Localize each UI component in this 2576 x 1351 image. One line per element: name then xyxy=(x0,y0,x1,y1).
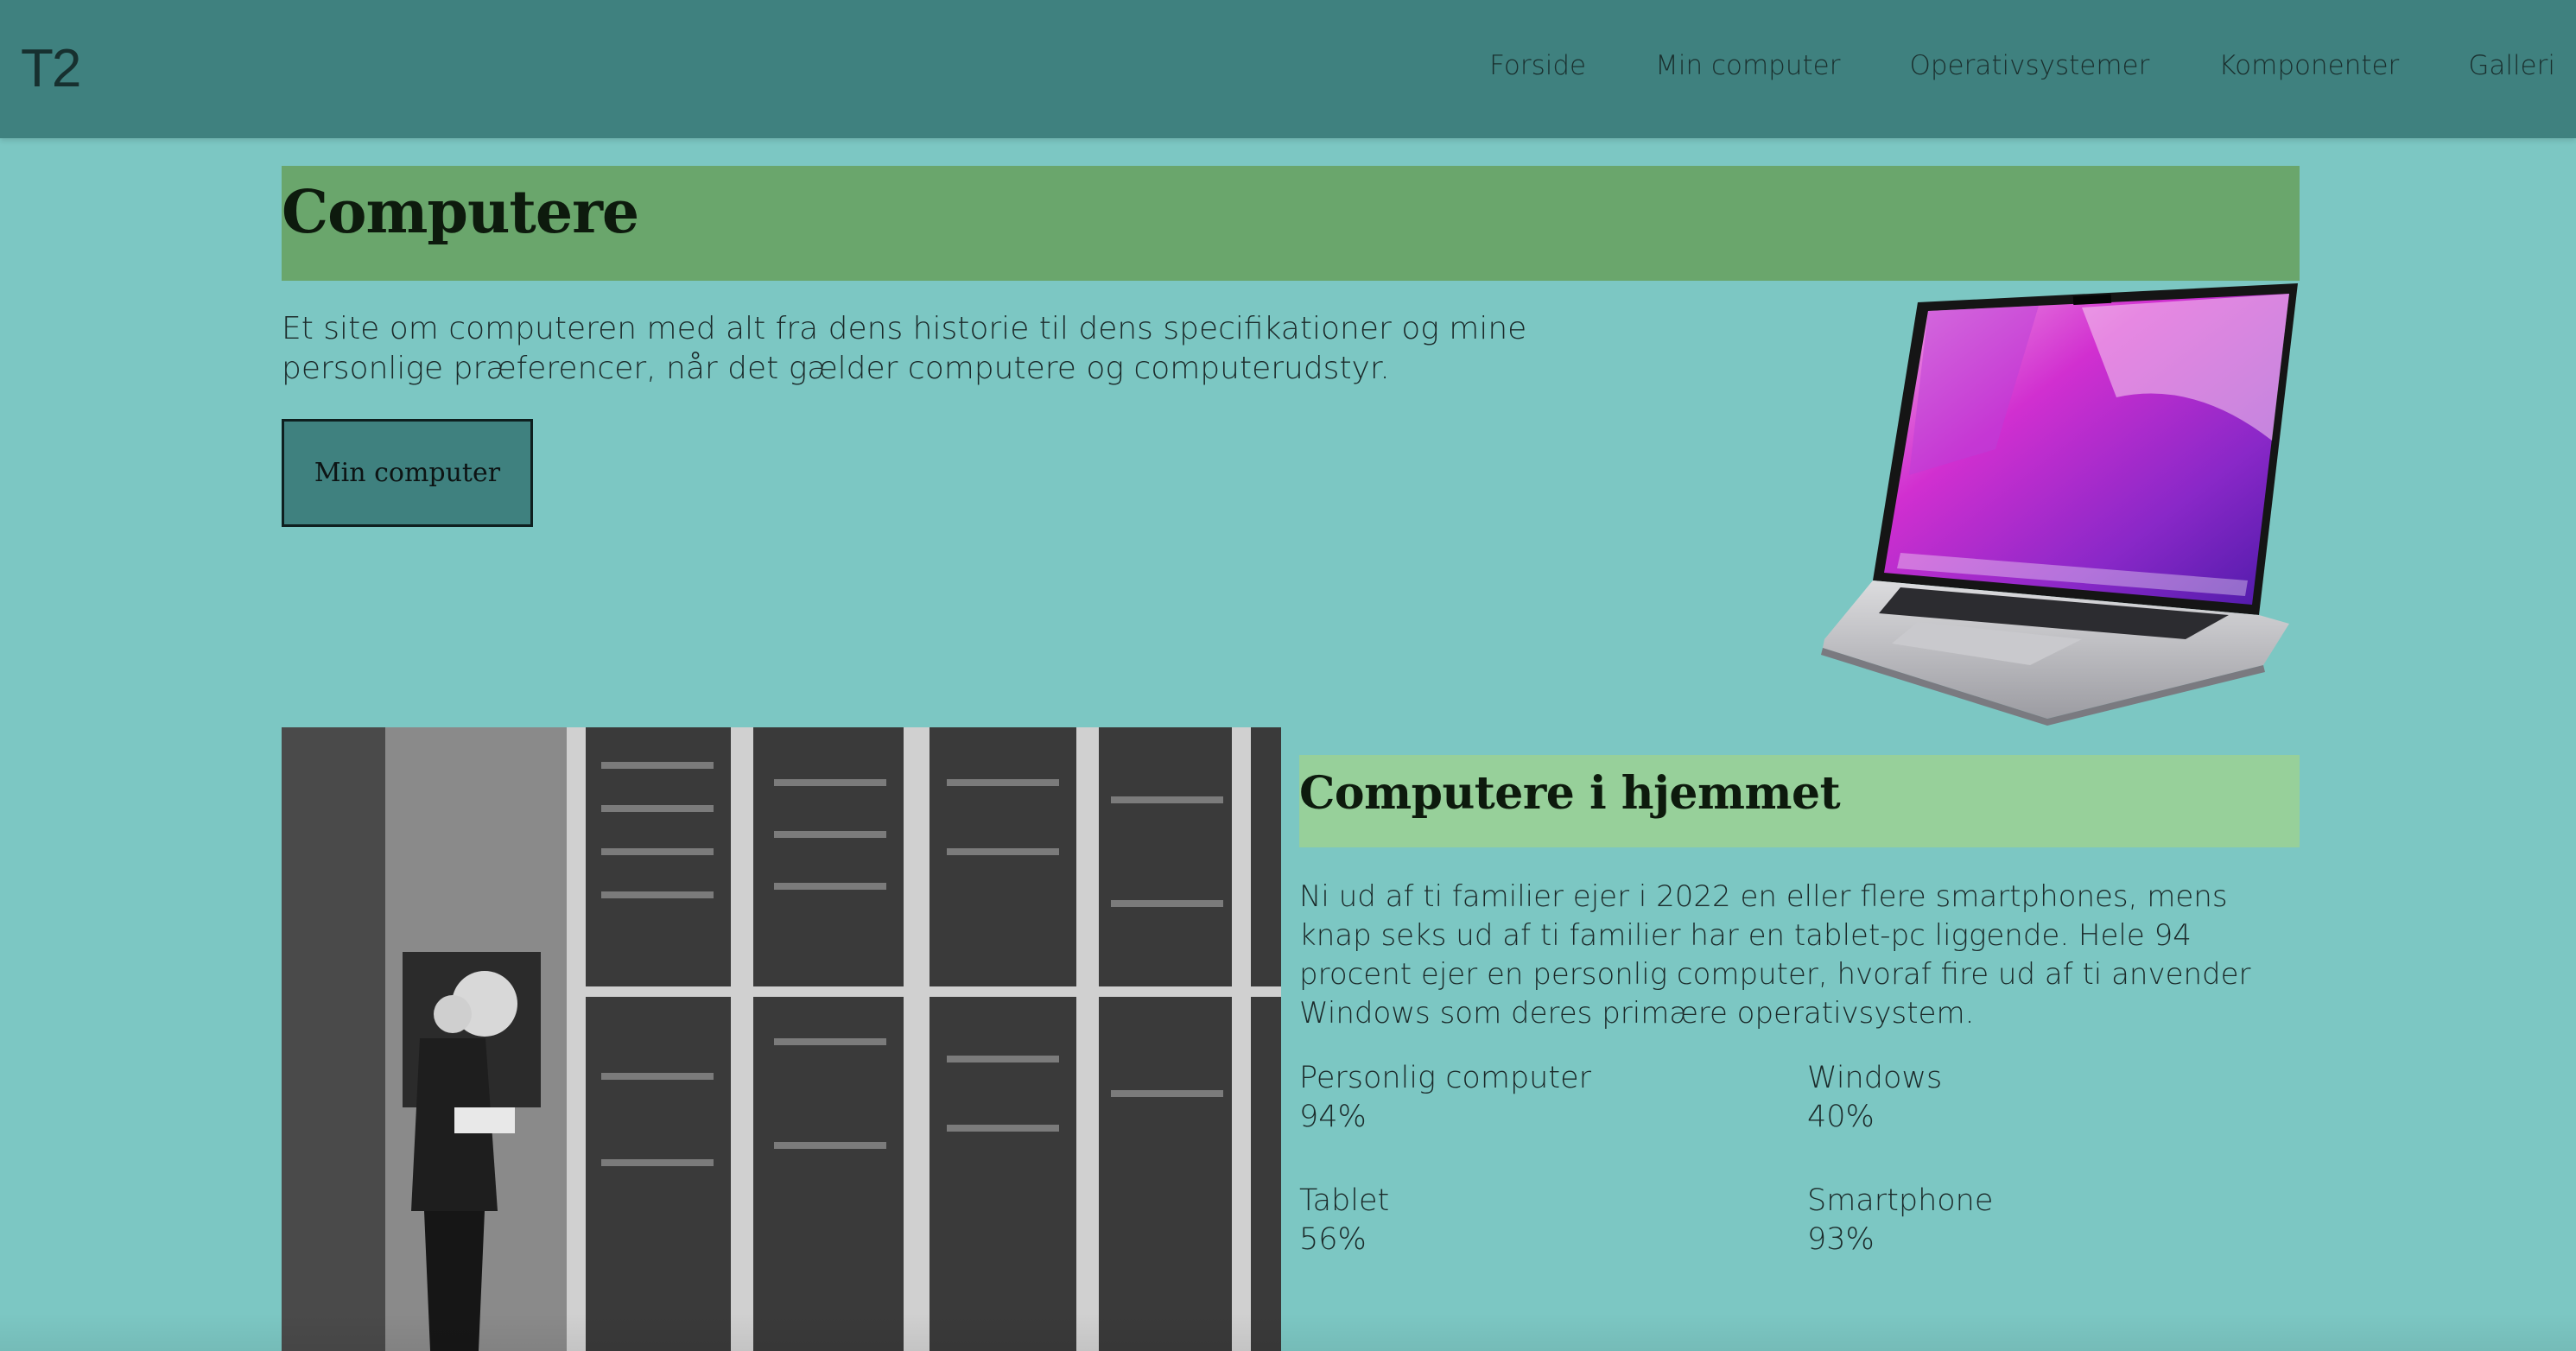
min-computer-button[interactable]: Min computer xyxy=(282,419,533,527)
section-title: Computere i hjemmet xyxy=(1299,767,1841,820)
stat-smartphone: Smartphone 93% xyxy=(1807,1182,2291,1259)
stat-value: 40% xyxy=(1807,1100,1875,1134)
nav-min-computer[interactable]: Min computer xyxy=(1655,50,1840,81)
nav-komponenter[interactable]: Komponenter xyxy=(2218,50,2399,81)
stat-label: Smartphone xyxy=(1807,1183,1994,1218)
site-logo[interactable]: T2 xyxy=(21,38,81,99)
nav-forside[interactable]: Forside xyxy=(1489,50,1586,81)
stat-value: 93% xyxy=(1807,1222,1875,1257)
stat-label: Personlig computer xyxy=(1299,1061,1591,1095)
hero-title-bar: Computere xyxy=(282,166,2300,281)
stat-label: Windows xyxy=(1807,1061,1943,1095)
stat-value: 94% xyxy=(1299,1100,1367,1134)
nav-galleri[interactable]: Galleri xyxy=(2468,50,2555,81)
nav-operativsystemer[interactable]: Operativsystemer xyxy=(1909,50,2149,81)
section-title-bar: Computere i hjemmet xyxy=(1299,755,2300,847)
stat-windows: Windows 40% xyxy=(1807,1059,2291,1137)
site-header: T2 Forside Min computer Operativsystemer… xyxy=(0,0,2576,138)
stat-tablet: Tablet 56% xyxy=(1299,1182,1783,1259)
stat-personlig-computer: Personlig computer 94% xyxy=(1299,1059,1783,1137)
section-description: Ni ud af ti familier ejer i 2022 en elle… xyxy=(1299,879,2251,1031)
historic-computer-photo xyxy=(282,727,1281,1351)
hero-description: Et site om computeren med alt fra dens h… xyxy=(282,311,1527,386)
stat-label: Tablet xyxy=(1299,1183,1390,1218)
stat-value: 56% xyxy=(1299,1222,1367,1257)
page-title: Computere xyxy=(282,178,639,247)
laptop-image xyxy=(1821,283,2298,726)
